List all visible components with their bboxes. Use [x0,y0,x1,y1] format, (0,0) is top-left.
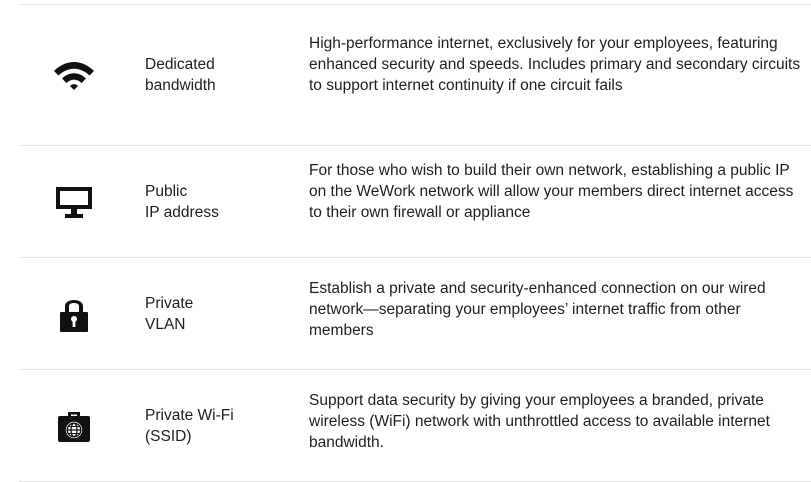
icon-cell [19,370,129,481]
feature-label-text: Public IP address [145,182,219,221]
feature-description: High-performance internet, exclusively f… [309,35,801,94]
monitor-icon [56,186,92,218]
globe-case-icon [58,411,90,442]
feature-label: Private Wi-Fi (SSID) [145,370,295,481]
feature-label-text: Dedicated bandwidth [145,56,216,94]
table-row-private-vlan: Private VLAN Establish a private and sec… [19,257,811,369]
feature-description: Support data security by giving your emp… [309,392,770,451]
feature-description: For those who wish to build their own ne… [309,162,794,221]
feature-description: Establish a private and security-enhance… [309,280,766,339]
wifi-icon [54,62,94,90]
feature-label-text: Private VLAN [145,294,194,333]
table-row-dedicated-bandwidth: Dedicated bandwidth High-performance int… [19,4,811,145]
feature-label-text: Private Wi-Fi (SSID) [145,406,234,445]
feature-label: Private VLAN [145,258,295,369]
features-table: Dedicated bandwidth High-performance int… [19,0,811,482]
feature-label: Public IP address [145,146,295,257]
table-row-public-ip: Public IP address For those who wish to … [19,145,811,257]
feature-label: Dedicated bandwidth [145,5,295,145]
lock-icon [60,299,88,332]
icon-cell [19,146,129,257]
table-row-private-wifi: Private Wi-Fi (SSID) Support data securi… [19,369,811,482]
icon-cell [19,5,129,145]
icon-cell [19,258,129,369]
